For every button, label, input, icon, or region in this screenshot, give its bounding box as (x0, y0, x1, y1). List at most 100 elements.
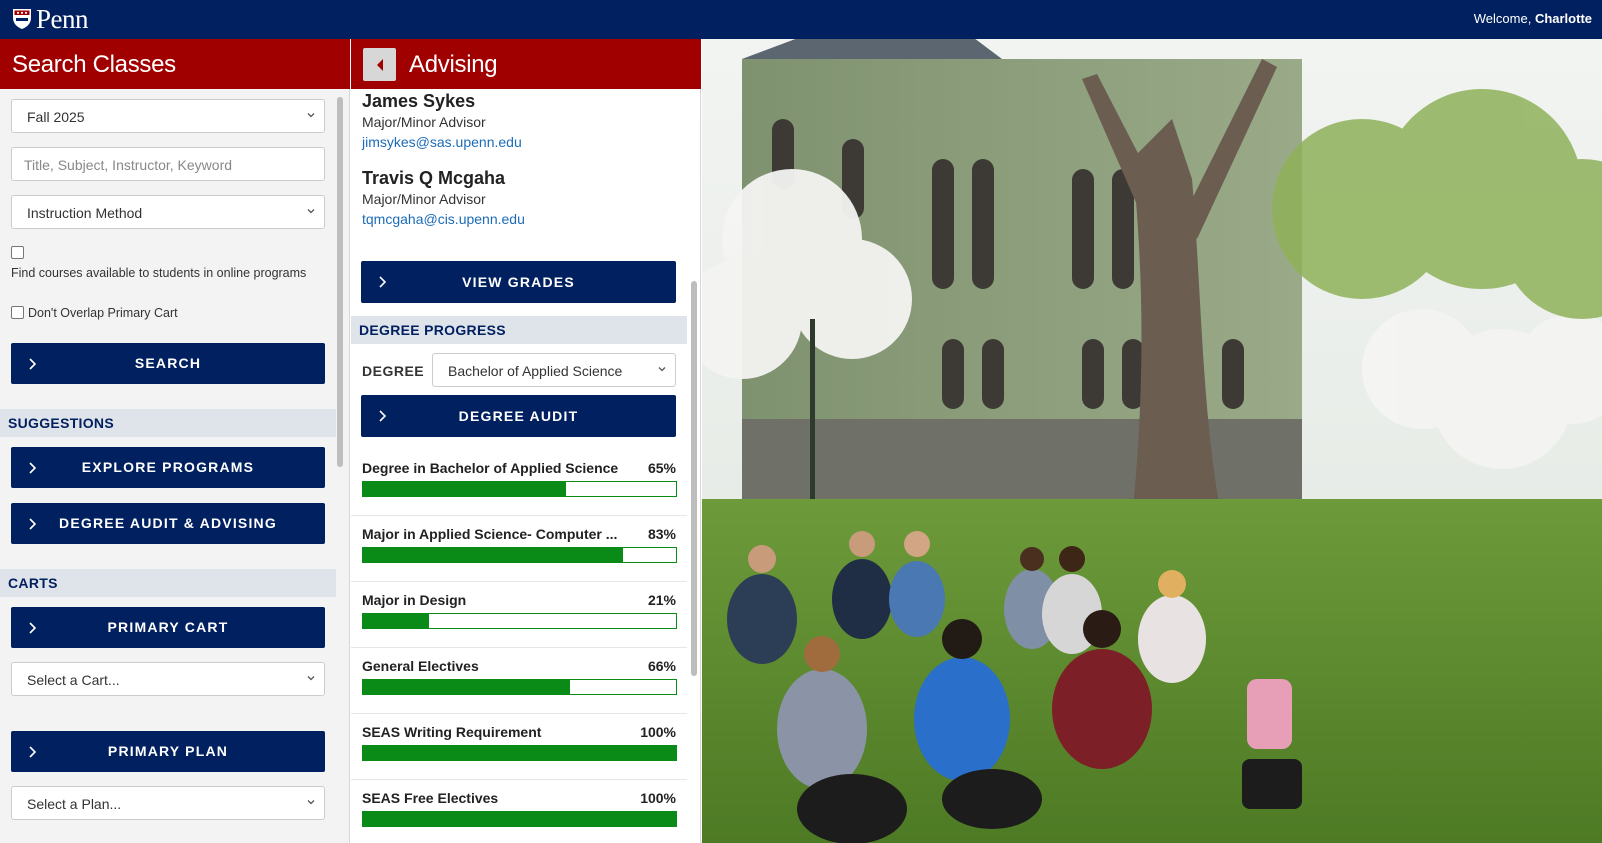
degree-audit-advising-label: DEGREE AUDIT & ADVISING (59, 515, 277, 531)
view-grades-button[interactable]: VIEW GRADES (361, 261, 676, 303)
progress-bar-fill (363, 746, 676, 760)
advisor-role: Major/Minor Advisor (362, 191, 486, 207)
collapse-panel-button[interactable] (363, 48, 396, 81)
penn-shield-icon (13, 9, 31, 29)
progress-percent: 100% (640, 790, 676, 806)
online-programs-label: Find courses available to students in on… (11, 266, 307, 280)
advising-header: Advising (351, 39, 701, 89)
cart-select[interactable]: Select a Cart... (11, 662, 325, 696)
degree-audit-advising-button[interactable]: DEGREE AUDIT & ADVISING (11, 503, 325, 544)
progress-label: General Electives (362, 658, 479, 674)
search-classes-title: Search Classes (12, 51, 176, 78)
advising-panel: James Sykes Major/Minor Advisor jimsykes… (351, 89, 701, 843)
view-grades-label: VIEW GRADES (462, 274, 575, 290)
search-button[interactable]: SEARCH (11, 343, 325, 384)
primary-plan-label: PRIMARY PLAN (107, 743, 229, 759)
explore-programs-button[interactable]: EXPLORE PROGRAMS (11, 447, 325, 488)
progress-item[interactable]: SEAS Free Electives 100% (351, 779, 687, 843)
progress-bar-fill (363, 680, 570, 694)
progress-item[interactable]: SEAS Writing Requirement 100% (351, 713, 687, 780)
progress-bar (362, 745, 677, 761)
user-name[interactable]: Charlotte (1535, 11, 1592, 26)
progress-bar (362, 679, 677, 695)
progress-bar (362, 811, 677, 827)
degree-progress-heading: DEGREE PROGRESS (351, 316, 687, 344)
search-panel-scrollbar[interactable] (337, 97, 343, 467)
plan-select[interactable]: Select a Plan... (11, 786, 325, 820)
campus-photo-illustration (702, 39, 1602, 843)
instruction-method-value: Instruction Method (27, 205, 143, 221)
degree-select[interactable]: Bachelor of Applied Science (432, 353, 676, 387)
campus-photo (702, 39, 1602, 843)
progress-percent: 66% (647, 658, 676, 674)
welcome-message: Welcome, Charlotte (1474, 11, 1592, 26)
progress-percent: 65% (647, 460, 676, 476)
advisor-name: Travis Q Mcgaha (362, 168, 506, 188)
term-select-value: Fall 2025 (27, 109, 85, 125)
degree-audit-button[interactable]: DEGREE AUDIT (361, 395, 676, 437)
advisor-email-link[interactable]: tqmcgaha@cis.upenn.edu (362, 211, 525, 227)
advisor-name: James Sykes (362, 91, 476, 111)
progress-bar-fill (363, 614, 429, 628)
progress-bar-fill (363, 548, 623, 562)
suggestions-heading: SUGGESTIONS (0, 409, 336, 437)
welcome-prefix: Welcome, (1473, 11, 1535, 26)
primary-plan-button[interactable]: PRIMARY PLAN (11, 731, 325, 772)
degree-audit-label: DEGREE AUDIT (458, 408, 579, 424)
plan-select-value: Select a Plan... (27, 796, 122, 812)
chevron-right-icon (379, 276, 387, 288)
chevron-down-icon (307, 676, 315, 681)
cart-select-value: Select a Cart... (27, 672, 120, 688)
degree-label: DEGREE (362, 363, 425, 379)
progress-percent: 100% (640, 724, 676, 740)
advisor-role: Major/Minor Advisor (362, 114, 486, 130)
progress-bar (362, 481, 677, 497)
top-bar: Penn Welcome, Charlotte (0, 0, 1602, 39)
progress-bar (362, 547, 677, 563)
primary-cart-label: PRIMARY CART (107, 619, 229, 635)
progress-bar-fill (363, 482, 567, 496)
progress-label: Major in Applied Science- Computer ... (362, 526, 618, 542)
chevron-right-icon (29, 358, 37, 370)
caret-left-icon (376, 58, 383, 71)
penn-logo-text: Penn (36, 4, 89, 34)
progress-item[interactable]: General Electives 66% (351, 647, 687, 714)
search-classes-panel: Fall 2025 Title, Subject, Instructor, Ke… (0, 89, 350, 843)
progress-bar-fill (363, 812, 676, 826)
search-classes-header: Search Classes (0, 39, 350, 89)
progress-percent: 21% (647, 592, 676, 608)
chevron-right-icon (29, 518, 37, 530)
progress-item[interactable]: Degree in Bachelor of Applied Science 65… (351, 449, 687, 516)
degree-select-value: Bachelor of Applied Science (448, 363, 623, 379)
penn-logo[interactable]: Penn (12, 4, 89, 34)
no-overlap-label: Don't Overlap Primary Cart (28, 306, 178, 320)
progress-label: Major in Design (362, 592, 467, 608)
explore-programs-label: EXPLORE PROGRAMS (81, 459, 255, 475)
no-overlap-checkbox[interactable] (11, 306, 24, 319)
chevron-down-icon (307, 800, 315, 805)
progress-item[interactable]: Major in Design 21% (351, 581, 687, 648)
chevron-right-icon (379, 410, 387, 422)
progress-label: Degree in Bachelor of Applied Science (362, 460, 619, 476)
chevron-right-icon (29, 462, 37, 474)
progress-percent: 83% (647, 526, 676, 542)
advisor-email-link[interactable]: jimsykes@sas.upenn.edu (362, 134, 522, 150)
primary-cart-button[interactable]: PRIMARY CART (11, 607, 325, 648)
progress-label: SEAS Writing Requirement (362, 724, 542, 740)
progress-label: SEAS Free Electives (362, 790, 499, 806)
chevron-right-icon (29, 746, 37, 758)
progress-item[interactable]: Major in Applied Science- Computer ... 8… (351, 515, 687, 582)
chevron-down-icon (307, 113, 315, 118)
carts-heading: CARTS (0, 569, 336, 597)
term-select[interactable]: Fall 2025 (11, 99, 325, 133)
chevron-right-icon (29, 622, 37, 634)
online-programs-checkbox[interactable] (11, 246, 24, 259)
chevron-down-icon (658, 367, 666, 372)
search-input[interactable]: Title, Subject, Instructor, Keyword (11, 147, 325, 181)
advising-panel-scrollbar[interactable] (691, 281, 697, 676)
chevron-down-icon (307, 209, 315, 214)
instruction-method-select[interactable]: Instruction Method (11, 195, 325, 229)
search-input-placeholder: Title, Subject, Instructor, Keyword (24, 157, 233, 173)
progress-bar (362, 613, 677, 629)
advising-title: Advising (409, 51, 498, 78)
